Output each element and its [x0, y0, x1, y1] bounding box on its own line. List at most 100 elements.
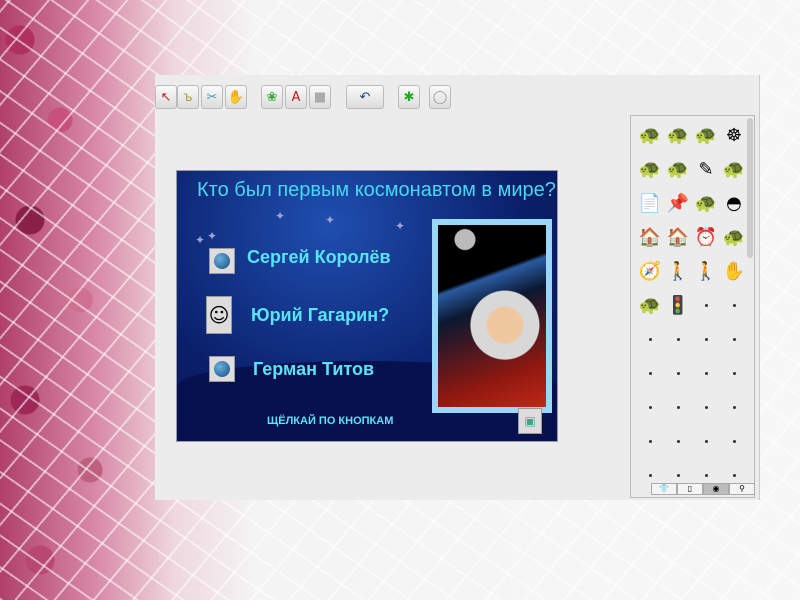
palette-tool-icon: 🏠	[666, 226, 690, 248]
circle-button[interactable]: ◯	[429, 85, 451, 109]
microworlds-window: ↖ ъ ✂ ✋ ❀ A ■ ↶ ✱ ◯ ✦ ✦ ✦ ✦ ✦ Кто был первым косм…	[155, 75, 760, 500]
slot-dot	[732, 405, 736, 409]
paint-icon: ■	[313, 89, 327, 105]
empty-slot[interactable]	[720, 390, 748, 424]
empty-slot[interactable]	[636, 390, 664, 424]
turtles-tab[interactable]: ⚲	[729, 483, 755, 495]
scissors-icon: ✂	[206, 89, 218, 105]
palette-tool-icon: 🚶	[694, 260, 718, 282]
empty-slot[interactable]	[636, 356, 664, 390]
slot-dot	[676, 405, 680, 409]
shapes-tab[interactable]: 👕	[651, 483, 677, 495]
empty-slot[interactable]	[692, 288, 720, 322]
answer-button-2[interactable]: ☺	[206, 296, 232, 334]
scissors-button[interactable]: ✂	[201, 85, 223, 109]
question-title: Кто был первым космонавтом в мире?	[197, 179, 556, 201]
undo-button[interactable]: ↶	[346, 85, 384, 109]
slot-dot	[648, 371, 652, 375]
answer-button-3[interactable]	[209, 356, 235, 382]
palette-tool-14[interactable]: 🏠	[664, 220, 692, 254]
empty-slot[interactable]	[692, 356, 720, 390]
palette-tool-icon: 🚦	[666, 294, 690, 316]
empty-slot[interactable]	[720, 424, 748, 458]
empty-slot[interactable]	[720, 322, 748, 356]
palette-tool-icon: 📄	[638, 192, 662, 214]
empty-slot[interactable]	[664, 322, 692, 356]
palette-tool-16[interactable]: 🐢	[720, 220, 748, 254]
palette-tool-13[interactable]: 🏠	[636, 220, 664, 254]
star: ✦	[195, 233, 206, 247]
answer-1[interactable]: Сергей Королёв	[247, 247, 391, 268]
palette-tool-4[interactable]: ☸	[720, 118, 748, 152]
palette-tool-icon: ☸	[725, 124, 743, 146]
palette-tool-icon: 📌	[666, 192, 690, 214]
palette-tool-2[interactable]: 🐢	[664, 118, 692, 152]
palette-tool-20[interactable]: ✋	[720, 254, 748, 288]
empty-slot[interactable]	[636, 424, 664, 458]
palette-tool-6[interactable]: 🐢	[664, 152, 692, 186]
palette-tool-3[interactable]: 🐢	[692, 118, 720, 152]
palette-tool-icon: 🐢	[638, 294, 662, 316]
paint-button[interactable]: ■	[309, 85, 331, 109]
circle-icon: ◯	[432, 89, 448, 105]
empty-slot[interactable]	[664, 390, 692, 424]
slot-dot	[676, 439, 680, 443]
slot-dot	[648, 473, 652, 477]
gagarin-photo	[432, 219, 552, 413]
palette-tool-icon: ✋	[722, 260, 746, 282]
palette-tool-7[interactable]: ✎	[692, 152, 720, 186]
turtle-icon: ✱	[403, 89, 415, 105]
stamp-icon: ✋	[227, 89, 245, 105]
empty-slot[interactable]	[720, 356, 748, 390]
palette-tool-5[interactable]: 🐢	[636, 152, 664, 186]
palette-tool-22[interactable]: 🚦	[664, 288, 692, 322]
palette-tool-15[interactable]: ⏰	[692, 220, 720, 254]
palette-tool-icon: 🐢	[666, 158, 690, 180]
turtle-button[interactable]: ✱	[398, 85, 420, 109]
star: ✦	[275, 209, 286, 223]
palette-tool-icon: 🧭	[638, 260, 662, 282]
palette-tool-1[interactable]: 🐢	[636, 118, 664, 152]
palette-tool-icon: 🐢	[722, 158, 746, 180]
palette-tool-17[interactable]: 🧭	[636, 254, 664, 288]
empty-slot[interactable]	[636, 322, 664, 356]
palette-tool-12[interactable]: ◓	[720, 186, 748, 220]
slot-dot	[732, 371, 736, 375]
procedures-tab[interactable]: ◉	[703, 483, 729, 495]
empty-slot[interactable]	[720, 288, 748, 322]
slot-dot	[704, 439, 708, 443]
palette-scrollbar[interactable]	[747, 118, 753, 258]
star: ✦	[325, 213, 336, 227]
empty-slot[interactable]	[664, 424, 692, 458]
slot-dot	[732, 473, 736, 477]
palette-tool-18[interactable]: 🚶	[664, 254, 692, 288]
empty-slot[interactable]	[664, 356, 692, 390]
empty-slot[interactable]	[692, 424, 720, 458]
palette-tool-21[interactable]: 🐢	[636, 288, 664, 322]
palette-tool-19[interactable]: 🚶	[692, 254, 720, 288]
slot-dot	[704, 371, 708, 375]
page-tab[interactable]: ▯	[677, 483, 703, 495]
pointer-button[interactable]: ↖	[155, 85, 177, 109]
new-turtle-button[interactable]: ❀	[261, 85, 283, 109]
slot-dot	[676, 337, 680, 341]
palette-tool-11[interactable]: 🐢	[692, 186, 720, 220]
palette-tool-10[interactable]: 📌	[664, 186, 692, 220]
palette-tool-9[interactable]: 📄	[636, 186, 664, 220]
palette-tool-icon: 🐢	[722, 226, 746, 248]
palette-tool-8[interactable]: 🐢	[720, 152, 748, 186]
picture-button[interactable]: ▣	[518, 408, 542, 434]
picture-icon: ▣	[524, 414, 536, 428]
answer-3[interactable]: Герман Титов	[253, 359, 374, 380]
slide-page: ✦ ✦ ✦ ✦ ✦ Кто был первым космонавтом в м…	[176, 170, 558, 442]
stamp-button[interactable]: ✋	[225, 85, 247, 109]
answer-2[interactable]: Юрий Гагарин?	[251, 305, 389, 326]
text-button[interactable]: A	[285, 85, 307, 109]
empty-slot[interactable]	[692, 390, 720, 424]
empty-slot[interactable]	[692, 322, 720, 356]
hatch-button[interactable]: ъ	[177, 85, 199, 109]
hint-text: ЩЁЛКАЙ ПО КНОПКАМ	[267, 415, 394, 427]
palette-tool-icon: 🚶	[666, 260, 690, 282]
slot-dot	[704, 405, 708, 409]
answer-button-1[interactable]	[209, 248, 235, 274]
